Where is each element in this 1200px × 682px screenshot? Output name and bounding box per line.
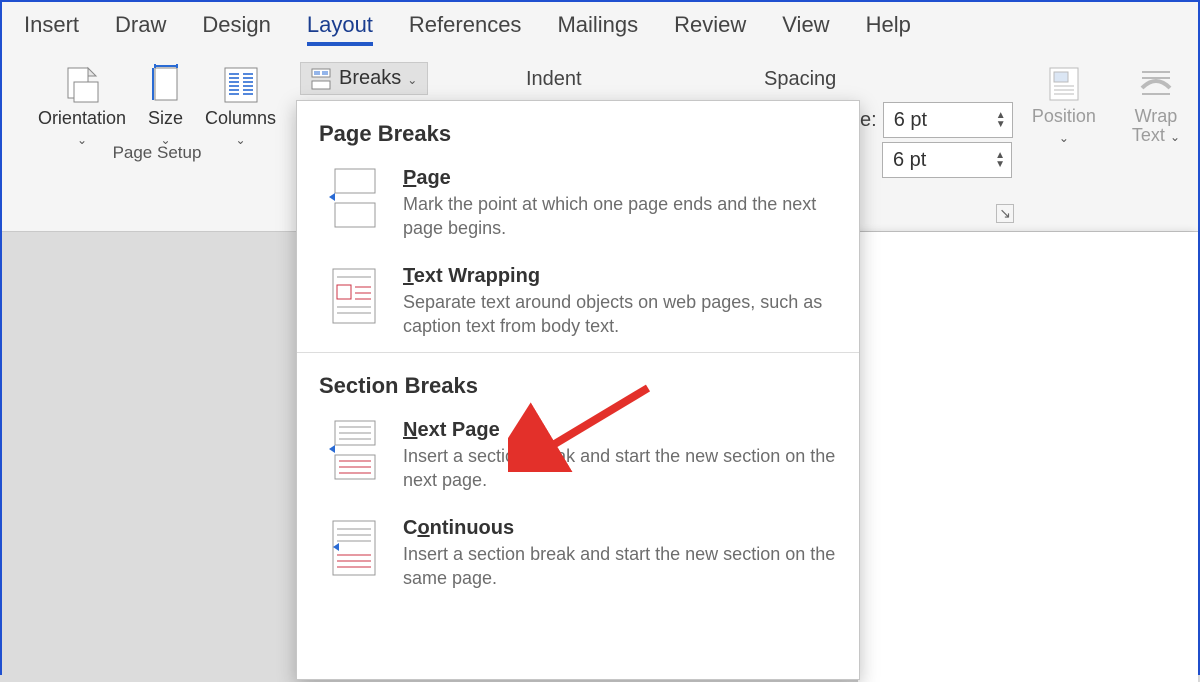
- position-label: Position: [1032, 106, 1096, 127]
- menu-desc: Insert a section break and start the new…: [403, 444, 837, 493]
- spacing-before-fragment: e:: [860, 109, 877, 132]
- tab-review[interactable]: Review: [674, 12, 746, 46]
- columns-icon: [223, 64, 259, 106]
- group-label-page-setup: Page Setup: [113, 143, 202, 163]
- tab-draw[interactable]: Draw: [115, 12, 166, 46]
- menu-desc: Insert a section break and start the new…: [403, 542, 837, 591]
- wrap-label-1: Wrap: [1135, 106, 1178, 127]
- menu-title: Continuous: [403, 517, 837, 540]
- chevron-down-icon: ⌄: [1170, 130, 1180, 144]
- breaks-icon: [311, 68, 333, 90]
- menu-title: Page: [403, 167, 837, 190]
- text-wrapping-icon: [327, 265, 381, 327]
- spacing-after-input[interactable]: 6 pt ▲▼: [882, 142, 1012, 178]
- tab-mailings[interactable]: Mailings: [557, 12, 638, 46]
- page-break-icon: [327, 167, 381, 229]
- indent-group-label: Indent: [526, 68, 582, 91]
- menu-desc: Separate text around objects on web page…: [403, 290, 837, 339]
- spacing-after-value: 6 pt: [893, 149, 926, 172]
- continuous-icon: [327, 517, 381, 579]
- orientation-label: Orientation: [38, 108, 126, 129]
- section-breaks-heading: Section Breaks: [297, 353, 859, 409]
- position-icon: [1044, 64, 1084, 104]
- menu-item-next-page[interactable]: Next Page Insert a section break and sta…: [297, 409, 859, 507]
- chevron-down-icon: ⌄: [236, 133, 246, 147]
- menu-desc: Mark the point at which one page ends an…: [403, 192, 837, 241]
- wrap-text-button[interactable]: Wrap Text ⌄: [1122, 60, 1190, 146]
- tab-view[interactable]: View: [782, 12, 829, 46]
- menu-item-text-wrapping[interactable]: Text Wrapping Separate text around objec…: [297, 255, 859, 353]
- ribbon-tabs: Insert Draw Design Layout References Mai…: [2, 2, 1198, 52]
- menu-title: Next Page: [403, 419, 837, 442]
- next-page-icon: [327, 419, 381, 481]
- paragraph-dialog-launcher[interactable]: ↘: [996, 204, 1014, 223]
- spinner-down-icon[interactable]: ▼: [996, 120, 1006, 129]
- tab-insert[interactable]: Insert: [24, 12, 79, 46]
- size-label: Size: [148, 108, 183, 129]
- tab-help[interactable]: Help: [866, 12, 911, 46]
- spacing-group-label: Spacing: [764, 68, 836, 91]
- spacing-before-input[interactable]: 6 pt ▲▼: [883, 102, 1013, 138]
- position-button[interactable]: Position ⌄: [1022, 60, 1106, 146]
- breaks-button[interactable]: Breaks ⌄: [300, 62, 428, 95]
- document-page[interactable]: [858, 232, 1198, 682]
- tab-references[interactable]: References: [409, 12, 522, 46]
- tab-design[interactable]: Design: [202, 12, 270, 46]
- spacing-before-value: 6 pt: [894, 109, 927, 132]
- breaks-label: Breaks: [339, 67, 401, 90]
- menu-title: Text Wrapping: [403, 265, 837, 288]
- wrap-label-2: Text: [1132, 125, 1165, 145]
- tab-layout[interactable]: Layout: [307, 12, 373, 46]
- size-icon: [149, 64, 183, 106]
- chevron-down-icon: ⌄: [1059, 131, 1069, 145]
- columns-button[interactable]: Columns ⌄: [195, 60, 286, 147]
- breaks-dropdown: Page Breaks Page Mark the point at which…: [296, 100, 860, 680]
- wrap-text-icon: [1136, 64, 1176, 104]
- size-button[interactable]: Size ⌄: [138, 60, 193, 147]
- orientation-icon: [62, 64, 102, 106]
- orientation-button[interactable]: Orientation ⌄: [28, 60, 136, 147]
- columns-label: Columns: [205, 108, 276, 129]
- menu-item-continuous[interactable]: Continuous Insert a section break and st…: [297, 507, 859, 605]
- page-breaks-heading: Page Breaks: [297, 101, 859, 157]
- chevron-down-icon: ⌄: [407, 73, 417, 87]
- chevron-down-icon: ⌄: [77, 133, 87, 147]
- menu-item-page-break[interactable]: Page Mark the point at which one page en…: [297, 157, 859, 255]
- spinner-down-icon[interactable]: ▼: [995, 160, 1005, 169]
